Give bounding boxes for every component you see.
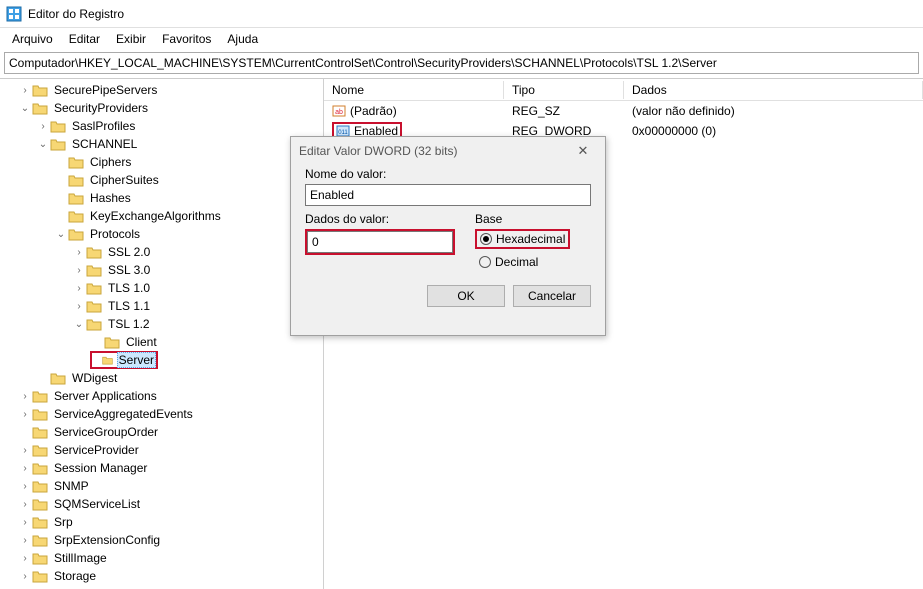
tree-node-serviceprovider[interactable]: ›ServiceProvider	[18, 441, 323, 459]
list-row-type: REG_SZ	[504, 104, 624, 118]
column-header-type[interactable]: Tipo	[504, 81, 624, 99]
tree-node-srpextensionconfig[interactable]: ›SrpExtensionConfig	[18, 531, 323, 549]
tree-node-ssl20[interactable]: ›SSL 2.0	[72, 243, 323, 261]
tree-node-ciphers[interactable]: Ciphers	[54, 153, 323, 171]
ok-button[interactable]: OK	[427, 285, 505, 307]
edit-dword-dialog: Editar Valor DWORD (32 bits) ✕ Nome do v…	[290, 136, 606, 336]
folder-icon	[68, 227, 84, 241]
menu-view[interactable]: Exibir	[108, 30, 154, 48]
tree-node-client[interactable]: Client	[90, 333, 323, 351]
tree-node-ssl30[interactable]: ›SSL 3.0	[72, 261, 323, 279]
list-row-data: 0x00000000 (0)	[624, 124, 923, 138]
folder-icon	[32, 407, 48, 421]
tree-node-srp[interactable]: ›Srp	[18, 513, 323, 531]
column-header-data[interactable]: Dados	[624, 81, 923, 99]
list-header: Nome Tipo Dados	[324, 79, 923, 101]
tree-node-tls11[interactable]: ›TLS 1.1	[72, 297, 323, 315]
radio-icon	[480, 233, 492, 245]
list-row-data: (valor não definido)	[624, 104, 923, 118]
radio-icon	[479, 256, 491, 268]
folder-icon	[102, 353, 113, 367]
folder-icon	[32, 83, 48, 97]
tree-node-ciphersuites[interactable]: CipherSuites	[54, 171, 323, 189]
tree-node-wdigest[interactable]: WDigest	[36, 369, 323, 387]
folder-icon	[32, 533, 48, 547]
folder-icon	[104, 335, 120, 349]
folder-icon	[32, 551, 48, 565]
tree-node-protocols[interactable]: ⌄Protocols	[54, 225, 323, 243]
address-bar-text: Computador\HKEY_LOCAL_MACHINE\SYSTEM\Cur…	[9, 56, 717, 70]
tree-node-server[interactable]: Server	[90, 351, 158, 369]
folder-icon	[86, 263, 102, 277]
tree-node-hashes[interactable]: Hashes	[54, 189, 323, 207]
tree-node-securityproviders[interactable]: ⌄SecurityProviders	[18, 99, 323, 117]
registry-tree[interactable]: ›SecurePipeServers ⌄SecurityProviders ›S…	[0, 79, 324, 589]
base-label: Base	[475, 212, 570, 226]
address-bar[interactable]: Computador\HKEY_LOCAL_MACHINE\SYSTEM\Cur…	[4, 52, 919, 74]
folder-icon	[32, 497, 48, 511]
folder-icon	[68, 155, 84, 169]
dialog-close-button[interactable]: ✕	[569, 143, 597, 159]
folder-icon	[32, 479, 48, 493]
value-name-field[interactable]	[305, 184, 591, 206]
radio-hexadecimal[interactable]: Hexadecimal	[480, 232, 565, 246]
folder-icon	[50, 371, 66, 385]
tree-node-tls10[interactable]: ›TLS 1.0	[72, 279, 323, 297]
dialog-title: Editar Valor DWORD (32 bits)	[299, 144, 457, 158]
folder-icon	[32, 443, 48, 457]
list-row-name: (Padrão)	[350, 104, 397, 118]
folder-icon	[68, 209, 84, 223]
menu-favorites[interactable]: Favoritos	[154, 30, 219, 48]
tree-node-tsl12[interactable]: ⌄TSL 1.2	[72, 315, 323, 333]
list-row-default[interactable]: ab (Padrão) REG_SZ (valor não definido)	[324, 101, 923, 121]
tree-node-storage[interactable]: ›Storage	[18, 567, 323, 585]
tree-node-stillimage[interactable]: ›StillImage	[18, 549, 323, 567]
menu-help[interactable]: Ajuda	[219, 30, 266, 48]
folder-icon	[32, 101, 48, 115]
column-header-name[interactable]: Nome	[324, 81, 504, 99]
tree-node-schannel[interactable]: ⌄SCHANNEL	[36, 135, 323, 153]
tree-node-storagemanagement[interactable]: ›StorageManagement	[18, 585, 323, 589]
cancel-button[interactable]: Cancelar	[513, 285, 591, 307]
menu-edit[interactable]: Editar	[61, 30, 108, 48]
folder-icon	[86, 299, 102, 313]
tree-node-securepipeservers[interactable]: ›SecurePipeServers	[18, 81, 323, 99]
folder-icon	[32, 461, 48, 475]
folder-icon	[86, 281, 102, 295]
window-titlebar: Editor do Registro	[0, 0, 923, 28]
tree-node-sqmservicelist[interactable]: ›SQMServiceList	[18, 495, 323, 513]
value-data-label: Dados do valor:	[305, 212, 455, 226]
menubar: Arquivo Editar Exibir Favoritos Ajuda	[0, 28, 923, 50]
value-data-field[interactable]	[307, 231, 453, 253]
tree-node-snmp[interactable]: ›SNMP	[18, 477, 323, 495]
tree-node-keyexchangealgorithms[interactable]: KeyExchangeAlgorithms	[54, 207, 323, 225]
window-title: Editor do Registro	[28, 7, 124, 21]
folder-icon	[32, 425, 48, 439]
menu-file[interactable]: Arquivo	[4, 30, 61, 48]
folder-icon	[32, 515, 48, 529]
folder-icon	[50, 119, 66, 133]
folder-icon	[86, 317, 102, 331]
tree-node-servicegrouporder[interactable]: ServiceGroupOrder	[18, 423, 323, 441]
folder-icon	[32, 389, 48, 403]
folder-icon	[50, 137, 66, 151]
tree-node-server-applications[interactable]: ›Server Applications	[18, 387, 323, 405]
tree-node-saslprofiles[interactable]: ›SaslProfiles	[36, 117, 323, 135]
tree-node-session-manager[interactable]: ›Session Manager	[18, 459, 323, 477]
folder-icon	[68, 191, 84, 205]
tree-node-serviceaggregatedevents[interactable]: ›ServiceAggregatedEvents	[18, 405, 323, 423]
registry-app-icon	[6, 6, 22, 22]
folder-icon	[32, 569, 48, 583]
svg-text:ab: ab	[335, 109, 343, 116]
folder-icon	[68, 173, 84, 187]
string-value-icon: ab	[332, 104, 346, 118]
radio-decimal[interactable]: Decimal	[479, 255, 570, 269]
folder-icon	[86, 245, 102, 259]
value-name-label: Nome do valor:	[305, 167, 591, 181]
